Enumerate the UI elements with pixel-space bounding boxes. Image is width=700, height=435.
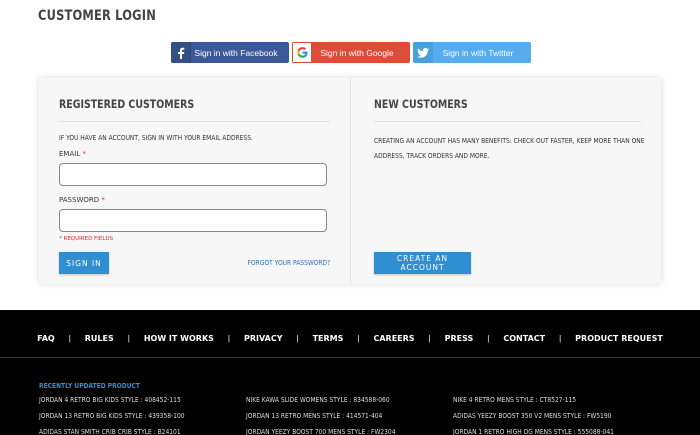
facebook-icon [171,42,191,63]
google-login-label: Sign in with Google [320,47,394,58]
site-footer: FAQ | RULES | HOW IT WORKS | PRIVACY | T… [0,310,700,435]
product-link[interactable]: JORDAN 13 RETRO MENS STYLE : 414571-404 [246,411,395,427]
footer-link-terms[interactable]: TERMS [313,334,344,343]
footer-nav: FAQ | RULES | HOW IT WORKS | PRIVACY | T… [0,334,700,343]
google-login-button[interactable]: Sign in with Google [292,42,410,63]
product-link[interactable]: JORDAN 13 RETRO BIG KIDS STYLE : 439358-… [39,411,185,427]
nav-separator: | [127,334,130,343]
product-link[interactable]: JORDAN YEEZY BOOST 700 MENS STYLE : FW23… [246,427,395,435]
footer-link-rules[interactable]: RULES [85,334,114,343]
nav-separator: | [428,334,431,343]
product-link[interactable]: ADIDAS YEEZY BOOST 350 V2 MENS STYLE : F… [453,411,614,427]
email-label: EMAIL * [59,150,86,158]
nav-separator: | [296,334,299,343]
login-panel: REGISTERED CUSTOMERS IF YOU HAVE AN ACCO… [39,78,661,284]
nav-separator: | [487,334,490,343]
footer-link-faq[interactable]: FAQ [37,334,55,343]
nav-separator: | [227,334,230,343]
footer-link-press[interactable]: PRESS [445,334,474,343]
twitter-login-label: Sign in with Twitter [442,47,514,58]
footer-link-contact[interactable]: CONTACT [503,334,545,343]
footer-link-careers[interactable]: CAREERS [373,334,414,343]
product-link[interactable]: JORDAN 1 RETRO HIGH OG MENS STYLE : 5550… [453,427,614,435]
recent-products-title: RECENTLY UPDATED PRODUCT [39,382,140,390]
footer-divider [0,357,700,358]
product-link[interactable]: NIKE 4 RETRO MENS STYLE : CT8527-115 [453,395,614,411]
product-link[interactable]: ADIDAS STAN SMITH CRIB CRIB STYLE : B241… [39,427,185,435]
footer-link-how-it-works[interactable]: HOW IT WORKS [144,334,214,343]
required-asterisk: * [101,196,105,204]
social-login-row: Sign in with Facebook Sign in with Googl… [171,42,531,63]
email-field[interactable] [59,163,327,186]
nav-separator: | [357,334,360,343]
product-column: NIKE 4 RETRO MENS STYLE : CT8527-115 ADI… [453,395,642,435]
create-account-button[interactable]: CREATE AN ACCOUNT [374,252,471,274]
password-label: PASSWORD * [59,196,105,204]
facebook-login-label: Sign in with Facebook [194,47,278,58]
new-customers-title: NEW CUSTOMERS [374,97,468,111]
new-customers-text: CREATING AN ACCOUNT HAS MANY BENEFITS: C… [374,137,645,160]
registered-customers-section: REGISTERED CUSTOMERS IF YOU HAVE AN ACCO… [39,78,350,284]
registered-customers-title: REGISTERED CUSTOMERS [59,97,195,111]
google-icon [292,42,312,63]
required-fields-note: * REQUIRED FIELDS [59,236,114,242]
twitter-icon [413,42,433,63]
signin-actions: SIGN IN FORGOT YOUR PASSWORD? [59,252,330,274]
twitter-login-button[interactable]: Sign in with Twitter [413,42,531,63]
product-link[interactable]: JORDAN 4 RETRO BIG KIDS STYLE : 408452-1… [39,395,185,411]
password-field[interactable] [59,209,327,232]
product-column: JORDAN 4 RETRO BIG KIDS STYLE : 408452-1… [39,395,210,435]
footer-link-privacy[interactable]: PRIVACY [244,334,283,343]
footer-link-product-request[interactable]: PRODUCT REQUEST [575,334,663,343]
nav-separator: | [68,334,71,343]
required-asterisk: * [82,150,86,158]
nav-separator: | [559,334,562,343]
new-customers-section: NEW CUSTOMERS CREATING AN ACCOUNT HAS MA… [350,78,661,284]
section-divider [374,121,641,122]
product-column: NIKE KAWA SLIDE WOMENS STYLE : 834588-06… [246,395,422,435]
registered-intro-text: IF YOU HAVE AN ACCOUNT, SIGN IN WITH YOU… [59,134,253,142]
section-divider [59,121,330,122]
facebook-login-button[interactable]: Sign in with Facebook [171,42,289,63]
forgot-password-link[interactable]: FORGOT YOUR PASSWORD? [247,259,330,267]
product-link[interactable]: NIKE KAWA SLIDE WOMENS STYLE : 834588-06… [246,395,395,411]
sign-in-button[interactable]: SIGN IN [59,252,109,274]
page-title: CUSTOMER LOGIN [38,8,156,24]
